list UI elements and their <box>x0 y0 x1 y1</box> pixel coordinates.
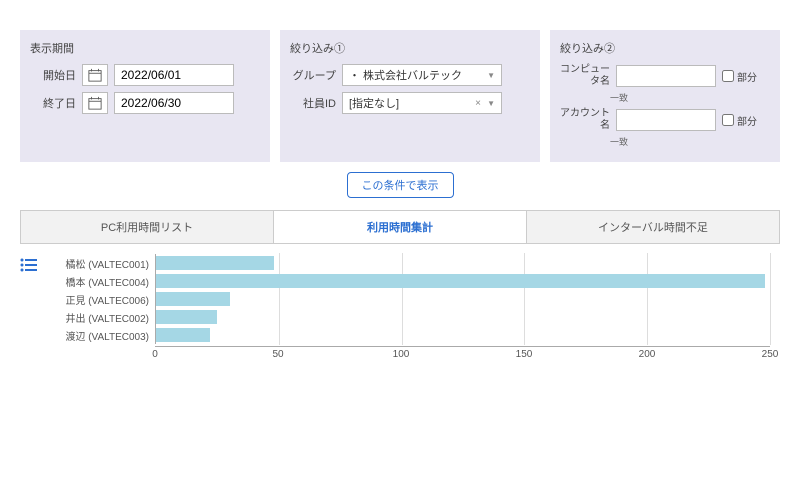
panel-filter1: 絞り込み① グループ ・ 株式会社バルテック ▼ 社員ID [指定なし] × ▼ <box>280 30 540 162</box>
submit-button[interactable]: この条件で表示 <box>347 172 454 198</box>
list-view-button[interactable] <box>20 254 50 366</box>
checkbox-icon[interactable] <box>722 114 734 126</box>
tabs: PC利用時間リスト 利用時間集計 インターバル時間不足 <box>20 210 780 244</box>
tab-usage-summary[interactable]: 利用時間集計 <box>274 211 527 243</box>
chart-bar-track <box>155 326 770 344</box>
start-date-calendar-button[interactable] <box>82 64 108 86</box>
computer-input[interactable] <box>616 65 716 87</box>
start-date-label: 開始日 <box>30 67 76 83</box>
chart-bar-label: 橋本 (VALTEC004) <box>50 274 155 289</box>
chart-bar-label: 井出 (VALTEC002) <box>50 310 155 325</box>
account-label: アカウント名 <box>560 108 610 132</box>
chart-axis-tick: 250 <box>762 349 779 360</box>
end-date-label: 終了日 <box>30 95 76 111</box>
chart-bar-row: 井出 (VALTEC002) <box>50 308 770 326</box>
computer-label: コンピュータ名 <box>560 64 610 88</box>
chart-bar-label: 渡辺 (VALTEC003) <box>50 328 155 343</box>
chart-bar <box>156 256 274 270</box>
account-input[interactable] <box>616 109 716 131</box>
chart-bar-row: 正見 (VALTEC006) <box>50 290 770 308</box>
group-label: グループ <box>290 67 336 83</box>
group-select-value: ・ 株式会社バルテック <box>349 67 462 83</box>
tab-interval-shortage[interactable]: インターバル時間不足 <box>527 211 779 243</box>
calendar-icon <box>88 96 102 110</box>
chevron-down-icon: ▼ <box>487 71 495 80</box>
chart-axis-tick: 200 <box>639 349 656 360</box>
panel-filter2-title: 絞り込み② <box>560 40 770 56</box>
chart-bar <box>156 328 210 342</box>
bar-chart: 橘松 (VALTEC001) 橋本 (VALTEC004) 正見 (VALTEC00… <box>50 254 770 366</box>
chart-bar <box>156 292 230 306</box>
chart-axis-tick: 50 <box>272 349 283 360</box>
close-icon[interactable]: × <box>475 98 481 109</box>
chart-axis-tick: 100 <box>393 349 410 360</box>
group-select[interactable]: ・ 株式会社バルテック ▼ <box>342 64 502 86</box>
computer-match-text: 一致 <box>610 91 770 104</box>
employee-select-value: [指定なし] <box>349 95 399 111</box>
chevron-down-icon: ▼ <box>487 99 495 108</box>
panel-period-title: 表示期間 <box>30 40 260 56</box>
end-date-input[interactable] <box>114 92 234 114</box>
partial-label: 部分 <box>737 69 757 84</box>
chart-bar-row: 橘松 (VALTEC001) <box>50 254 770 272</box>
employee-select[interactable]: [指定なし] × ▼ <box>342 92 502 114</box>
tab-pc-usage-list[interactable]: PC利用時間リスト <box>21 211 274 243</box>
chart-bar-row: 橋本 (VALTEC004) <box>50 272 770 290</box>
employee-label: 社員ID <box>290 95 336 111</box>
chart-bar-track <box>155 290 770 308</box>
checkbox-icon[interactable] <box>722 70 734 82</box>
end-date-calendar-button[interactable] <box>82 92 108 114</box>
panel-period: 表示期間 開始日 終了日 <box>20 30 270 162</box>
panel-filter2: 絞り込み② コンピュータ名 部分 一致 アカウント名 部分 一致 <box>550 30 780 162</box>
chart-bar-label: 橘松 (VALTEC001) <box>50 256 155 271</box>
chart-bar-row: 渡辺 (VALTEC003) <box>50 326 770 344</box>
chart-bar <box>156 310 217 324</box>
chart-axis-tick: 0 <box>152 349 158 360</box>
account-partial-checkbox[interactable]: 部分 <box>722 113 757 128</box>
chart-bar-track <box>155 308 770 326</box>
start-date-input[interactable] <box>114 64 234 86</box>
partial-label: 部分 <box>737 113 757 128</box>
account-match-text: 一致 <box>610 135 770 148</box>
chart-bar <box>156 274 765 288</box>
chart-bar-label: 正見 (VALTEC006) <box>50 292 155 307</box>
chart-bar-track <box>155 254 770 272</box>
calendar-icon <box>88 68 102 82</box>
panel-filter1-title: 絞り込み① <box>290 40 530 56</box>
list-icon <box>20 258 38 272</box>
computer-partial-checkbox[interactable]: 部分 <box>722 69 757 84</box>
filter-panels: 表示期間 開始日 終了日 絞り込み① グループ ・ 株式会社バルテック ▼ 社員 <box>20 30 780 162</box>
chart-axis-tick: 150 <box>516 349 533 360</box>
chart-bar-track <box>155 272 770 290</box>
